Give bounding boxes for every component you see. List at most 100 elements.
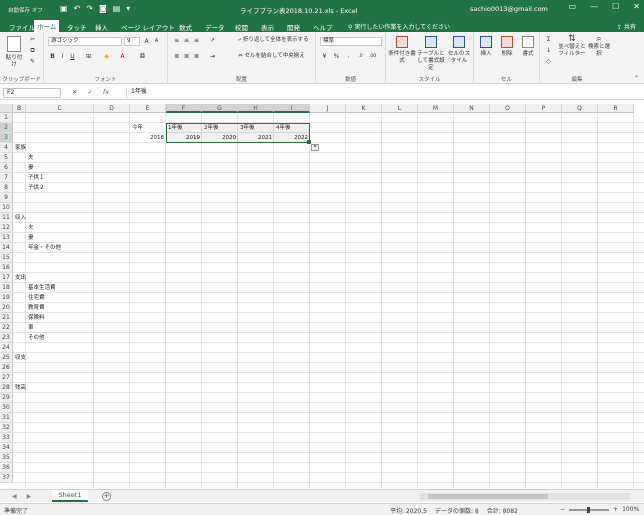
- redo-icon[interactable]: ↷: [86, 4, 93, 14]
- next-sheet-icon[interactable]: ▶: [27, 493, 32, 500]
- italic-icon[interactable]: I: [58, 52, 67, 61]
- font-size-select[interactable]: 9: [124, 37, 140, 46]
- undo-icon[interactable]: ↶: [74, 4, 81, 14]
- row-header-8[interactable]: 8: [0, 183, 13, 193]
- collapse-ribbon-icon[interactable]: ⌃: [632, 74, 641, 83]
- row-header-5[interactable]: 5: [0, 153, 13, 163]
- row-header-14[interactable]: 14: [0, 243, 13, 253]
- align-bottom-icon[interactable]: ≡: [192, 36, 201, 45]
- column-header-k[interactable]: K: [346, 104, 382, 113]
- row-header-23[interactable]: 23: [0, 333, 13, 343]
- prev-sheet-icon[interactable]: ◀: [12, 493, 17, 500]
- column-header-d[interactable]: D: [94, 104, 130, 113]
- row-header-21[interactable]: 21: [0, 313, 13, 323]
- row-header-26[interactable]: 26: [0, 363, 13, 373]
- cell-c23[interactable]: その他: [28, 333, 94, 343]
- zoom-in-icon[interactable]: +: [613, 506, 618, 513]
- fill-icon[interactable]: ↓: [544, 46, 553, 55]
- cancel-icon[interactable]: ✕: [72, 88, 77, 96]
- column-header-h[interactable]: H: [238, 104, 274, 113]
- font-grow-icon[interactable]: A: [142, 37, 151, 46]
- row-header-28[interactable]: 28: [0, 383, 13, 393]
- row-header-18[interactable]: 18: [0, 283, 13, 293]
- comma-style-icon[interactable]: ,: [344, 52, 353, 61]
- row-header-30[interactable]: 30: [0, 403, 13, 413]
- row-header-24[interactable]: 24: [0, 343, 13, 353]
- name-box[interactable]: F2: [3, 88, 61, 98]
- row-header-13[interactable]: 13: [0, 233, 13, 243]
- format-painter-icon[interactable]: ✎: [28, 57, 37, 66]
- zoom-level[interactable]: 100%: [622, 506, 639, 513]
- zoom-out-icon[interactable]: −: [560, 506, 565, 513]
- zoom-slider[interactable]: [569, 506, 610, 513]
- orientation-icon[interactable]: ↗: [208, 36, 217, 45]
- border-icon[interactable]: ⊞: [84, 52, 93, 61]
- row-header-15[interactable]: 15: [0, 253, 13, 263]
- print-icon[interactable]: ▤: [113, 4, 121, 14]
- close-icon[interactable]: ✕: [633, 2, 640, 11]
- row-header-10[interactable]: 10: [0, 203, 13, 213]
- align-center-icon[interactable]: ≣: [182, 52, 191, 61]
- font-shrink-icon[interactable]: A: [152, 37, 161, 46]
- row-header-37[interactable]: 37: [0, 473, 13, 483]
- align-middle-icon[interactable]: ≡: [182, 36, 191, 45]
- row-header-22[interactable]: 22: [0, 323, 13, 333]
- select-all-corner[interactable]: [0, 104, 13, 113]
- row-header-20[interactable]: 20: [0, 303, 13, 313]
- cell-e3[interactable]: 2018: [132, 133, 166, 143]
- row-header-35[interactable]: 35: [0, 453, 13, 463]
- column-header-m[interactable]: M: [418, 104, 454, 113]
- underline-icon[interactable]: U: [68, 52, 77, 61]
- column-header-c[interactable]: C: [26, 104, 94, 113]
- cell-c20[interactable]: 教育費: [28, 303, 94, 313]
- column-header-j[interactable]: J: [310, 104, 346, 113]
- insert-cells-button[interactable]: 挿入: [476, 36, 496, 58]
- enter-icon[interactable]: ✓: [87, 88, 92, 96]
- cell-c19[interactable]: 住宅費: [28, 293, 94, 303]
- quick-analysis-icon[interactable]: ⌗: [311, 144, 319, 151]
- format-cells-button[interactable]: 書式: [518, 36, 538, 58]
- row-header-25[interactable]: 25: [0, 353, 13, 363]
- font-name-select[interactable]: 游ゴシック: [48, 37, 122, 46]
- row-header-6[interactable]: 6: [0, 163, 13, 173]
- copy-icon[interactable]: ⧉: [28, 46, 37, 55]
- align-top-icon[interactable]: ≡: [172, 36, 181, 45]
- cut-icon[interactable]: ✂: [28, 35, 37, 44]
- cell-c7[interactable]: 子供１: [28, 173, 94, 183]
- save-icon[interactable]: ▣: [60, 4, 68, 14]
- cell-c21[interactable]: 保険料: [28, 313, 94, 323]
- column-header-p[interactable]: P: [526, 104, 562, 113]
- row-header-16[interactable]: 16: [0, 263, 13, 273]
- sort-filter-button[interactable]: ⇅ 並べ替えとフィルター: [558, 35, 586, 58]
- customize-qat-icon[interactable]: ▾: [126, 4, 130, 14]
- cell-c18[interactable]: 基本生活費: [28, 283, 94, 293]
- share-button[interactable]: ⇪ 共有: [617, 22, 636, 31]
- align-left-icon[interactable]: ≣: [172, 52, 181, 61]
- row-header-11[interactable]: 11: [0, 213, 13, 223]
- column-header-f[interactable]: F: [166, 104, 202, 113]
- row-header-12[interactable]: 12: [0, 223, 13, 233]
- bold-icon[interactable]: B: [48, 52, 57, 61]
- cell-c5[interactable]: 夫: [28, 153, 94, 163]
- ribbon-display-icon[interactable]: ▭: [569, 2, 577, 11]
- column-header-b[interactable]: B: [13, 104, 26, 113]
- column-header-o[interactable]: O: [490, 104, 526, 113]
- row-header-9[interactable]: 9: [0, 193, 13, 203]
- row-header-36[interactable]: 36: [0, 463, 13, 473]
- wrap-text-button[interactable]: ⤶ 折り返して全体を表示する: [238, 37, 316, 44]
- horizontal-scrollbar[interactable]: [420, 493, 630, 500]
- format-as-table-button[interactable]: テーブルとして書式設定: [416, 36, 446, 72]
- phonetic-icon[interactable]: 亜: [138, 52, 147, 61]
- cell-c22[interactable]: 車: [28, 323, 94, 333]
- add-sheet-icon[interactable]: +: [102, 492, 111, 501]
- row-header-34[interactable]: 34: [0, 443, 13, 453]
- row-header-2[interactable]: 2: [0, 123, 13, 133]
- cell-c13[interactable]: 妻: [28, 233, 94, 243]
- worksheet-grid[interactable]: B C D E F G H I J K L M N O P Q R 1 2 3 4 5 6 7 8 9 10 11 12 13 14 15 16…: [0, 104, 644, 488]
- column-header-l[interactable]: L: [382, 104, 418, 113]
- camera-icon[interactable]: ◙: [99, 4, 107, 14]
- tell-me-box[interactable]: ⚲ 実行したい作業を入力してください: [348, 22, 450, 31]
- cell-b11[interactable]: 収入: [15, 213, 26, 223]
- cell-b17[interactable]: 支出: [15, 273, 26, 283]
- cell-c8[interactable]: 子供２: [28, 183, 94, 193]
